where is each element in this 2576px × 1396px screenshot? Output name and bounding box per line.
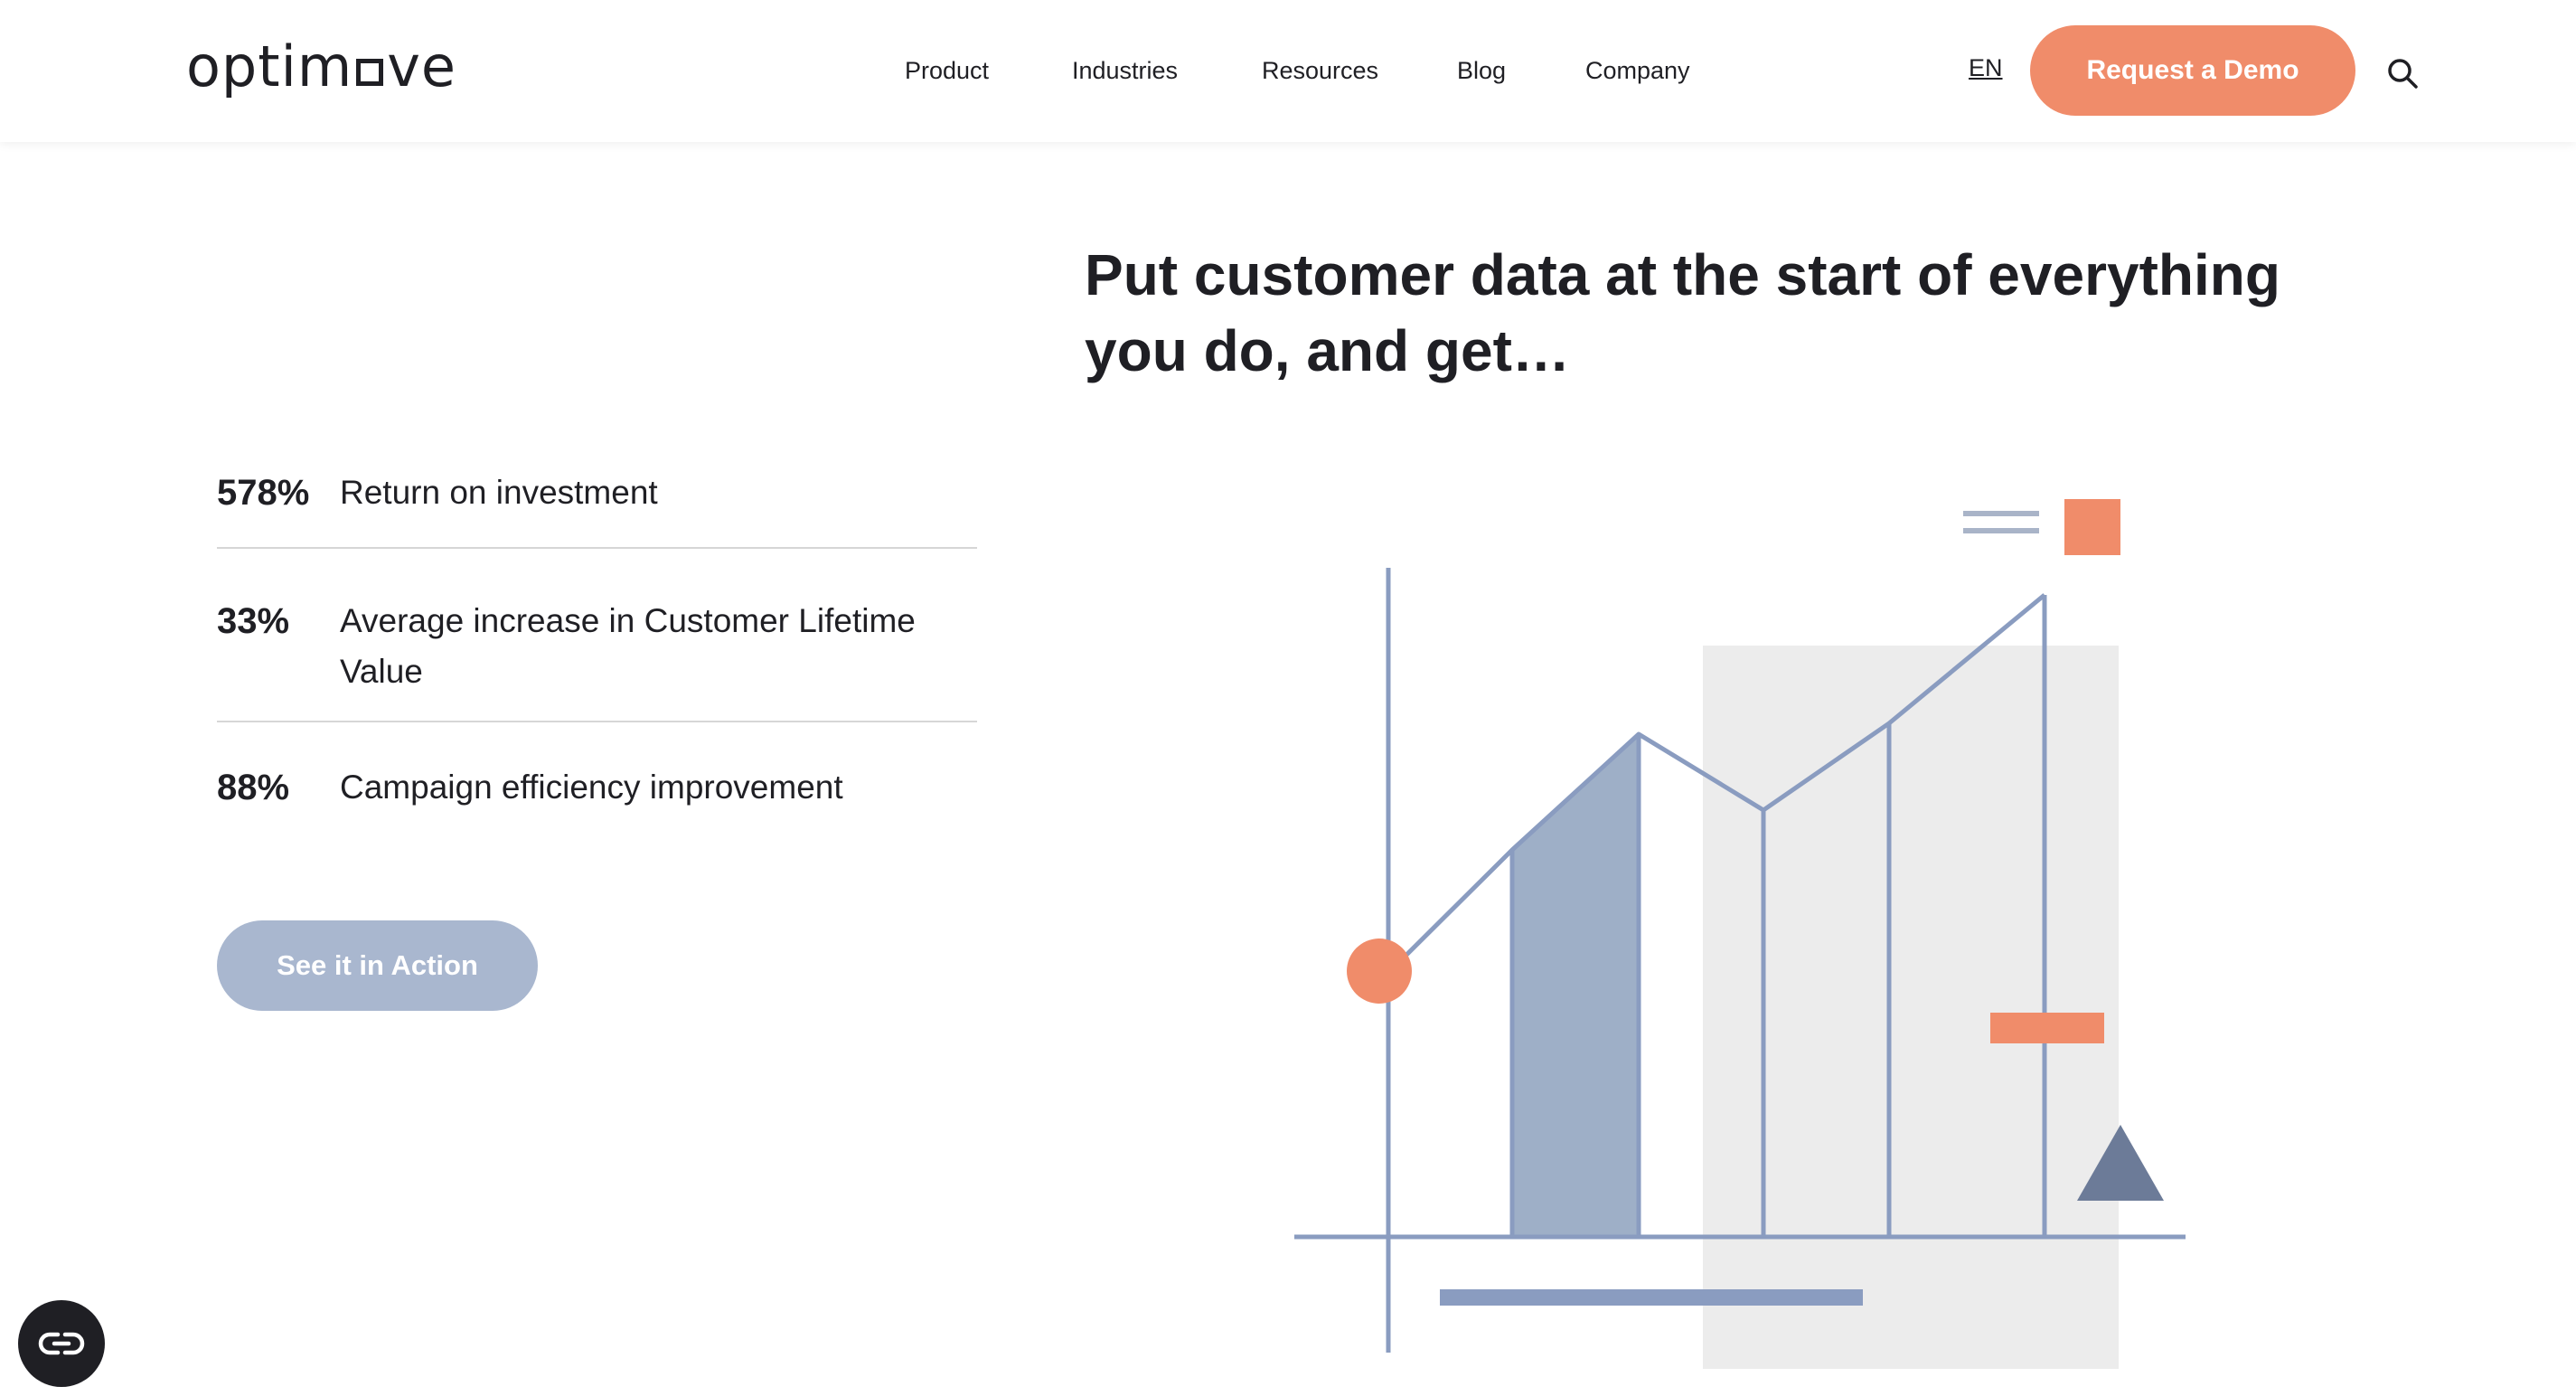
stats-list: 578% Return on investment 33% Average in… (217, 457, 977, 831)
stat-value: 578% (217, 473, 310, 513)
stat-row-campaign: 88% Campaign efficiency improvement (217, 722, 977, 831)
stat-value: 88% (217, 768, 290, 807)
logo-text-end: ve (387, 33, 457, 99)
chat-widget-button[interactable] (18, 1300, 105, 1387)
hero-headline: Put customer data at the start of everyt… (1085, 242, 2280, 383)
language-selector[interactable]: EN (1969, 54, 2003, 82)
stat-label: Campaign efficiency improvement (340, 769, 843, 806)
nav-item-product[interactable]: Product (905, 57, 989, 85)
request-demo-button[interactable]: Request a Demo (2030, 25, 2355, 116)
nav-item-industries[interactable]: Industries (1072, 57, 1178, 85)
see-in-action-button[interactable]: See it in Action (217, 920, 538, 1011)
bottom-bar (1440, 1289, 1863, 1306)
chat-link-icon (38, 1332, 85, 1355)
filled-bar (1512, 734, 1639, 1237)
nav-item-company[interactable]: Company (1585, 57, 1690, 85)
stat-label: Return on investment (340, 474, 658, 511)
trend-line (1387, 593, 2046, 975)
search-icon[interactable] (2386, 57, 2419, 90)
orange-circle (1347, 939, 1412, 1004)
stat-value: 33% (217, 601, 290, 641)
nav-item-blog[interactable]: Blog (1457, 57, 1506, 85)
orange-square (2064, 499, 2120, 555)
orange-rectangle (1990, 1013, 2104, 1043)
stat-label: Average increase in Customer Lifetime Va… (340, 602, 916, 690)
logo-square-icon (356, 59, 384, 86)
triangle-shape (2077, 1125, 2164, 1201)
stat-row-clv: 33% Average increase in Customer Lifetim… (217, 549, 977, 722)
optimove-logo[interactable]: optim ve (186, 33, 457, 99)
nav-item-resources[interactable]: Resources (1262, 57, 1378, 85)
stat-row-roi: 578% Return on investment (217, 457, 977, 549)
site-header: optim ve Product Industries Resources Blo… (0, 0, 2576, 142)
gray-panel (1703, 646, 2119, 1369)
logo-text-start: optim (186, 33, 353, 99)
